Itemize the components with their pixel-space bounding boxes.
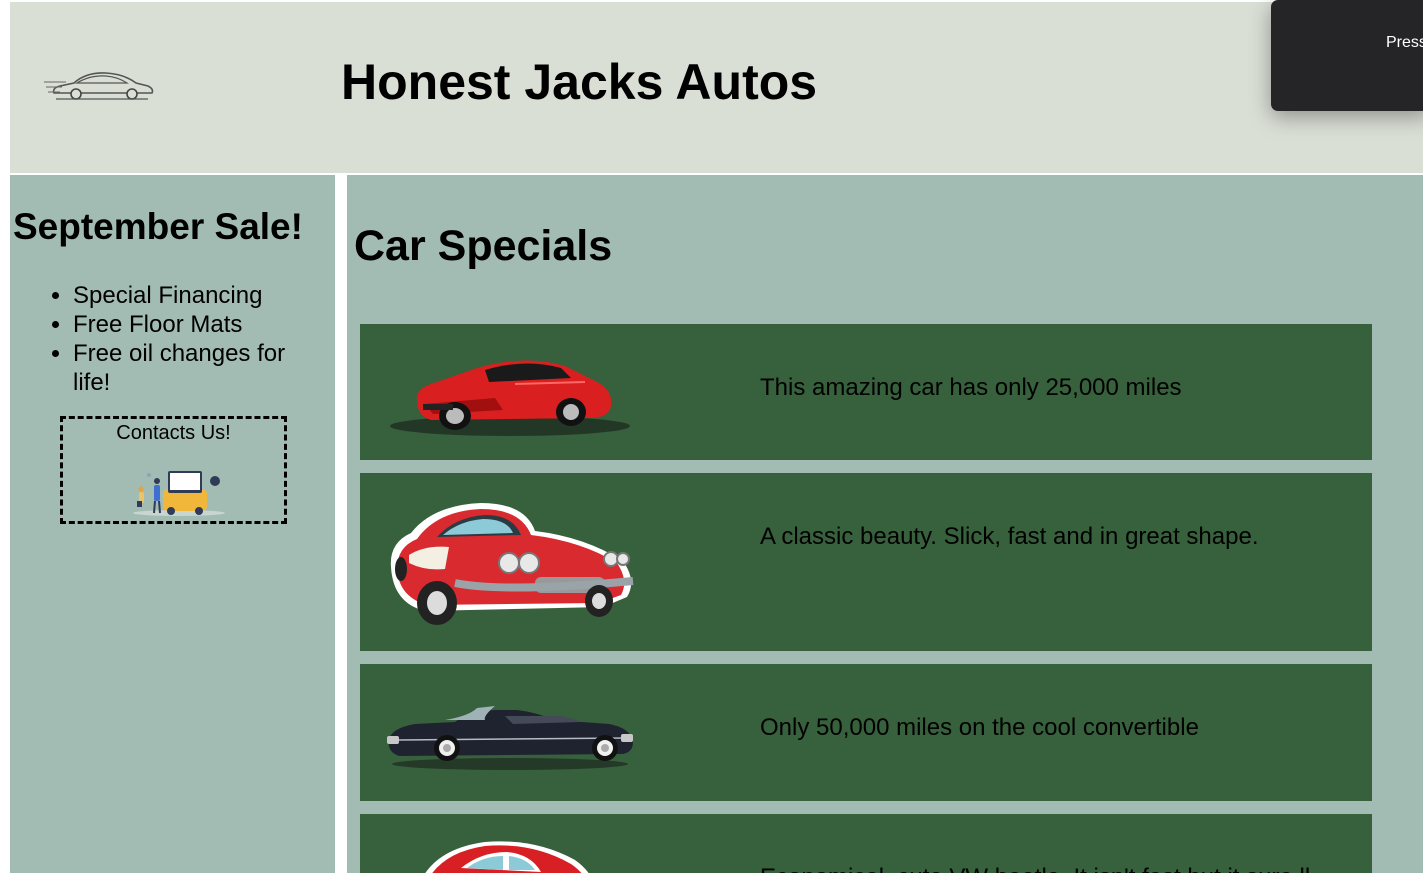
- site-header: Honest Jacks Autos: [10, 2, 1423, 173]
- red-beetle-icon: [425, 841, 589, 873]
- main-content: Car Specials This amazing car has only 2…: [347, 175, 1423, 873]
- car-description: Economical, cute VW beetle. It isn't fas…: [760, 863, 1310, 873]
- sidebar: September Sale! Special Financing Free F…: [10, 175, 335, 873]
- sale-list: Special Financing Free Floor Mats Free o…: [73, 281, 323, 397]
- black-convertible-icon: [387, 706, 633, 770]
- car-card: A classic beauty. Slick, fast and in gre…: [360, 473, 1372, 651]
- sale-item: Free oil changes for life!: [73, 339, 323, 397]
- car-description: Only 50,000 miles on the cool convertibl…: [760, 714, 1199, 741]
- car-dealer-illustration-icon: [133, 471, 225, 516]
- specials-heading: Car Specials: [354, 222, 613, 270]
- car-card: Economical, cute VW beetle. It isn't fas…: [360, 814, 1372, 873]
- sidebar-heading: September Sale!: [13, 206, 303, 247]
- column-divider: [335, 175, 347, 873]
- contact-us-link[interactable]: Contacts Us!: [60, 416, 287, 524]
- site-title: Honest Jacks Autos: [341, 54, 818, 110]
- sale-item: Special Financing: [73, 281, 323, 310]
- sports-car-sketch-icon: [44, 72, 154, 100]
- contact-label: Contacts Us!: [116, 422, 231, 444]
- red-classic-corvette-icon: [390, 503, 634, 625]
- sale-item: Free Floor Mats: [73, 310, 323, 339]
- car-card: Only 50,000 miles on the cool convertibl…: [360, 664, 1372, 801]
- toast-text: Press: [1386, 34, 1423, 51]
- red-sports-car-icon: [390, 360, 630, 436]
- car-description: This amazing car has only 25,000 miles: [760, 374, 1182, 401]
- car-description: A classic beauty. Slick, fast and in gre…: [760, 523, 1259, 550]
- toast-notification[interactable]: Press: [1271, 0, 1423, 111]
- car-card: This amazing car has only 25,000 miles: [360, 324, 1372, 460]
